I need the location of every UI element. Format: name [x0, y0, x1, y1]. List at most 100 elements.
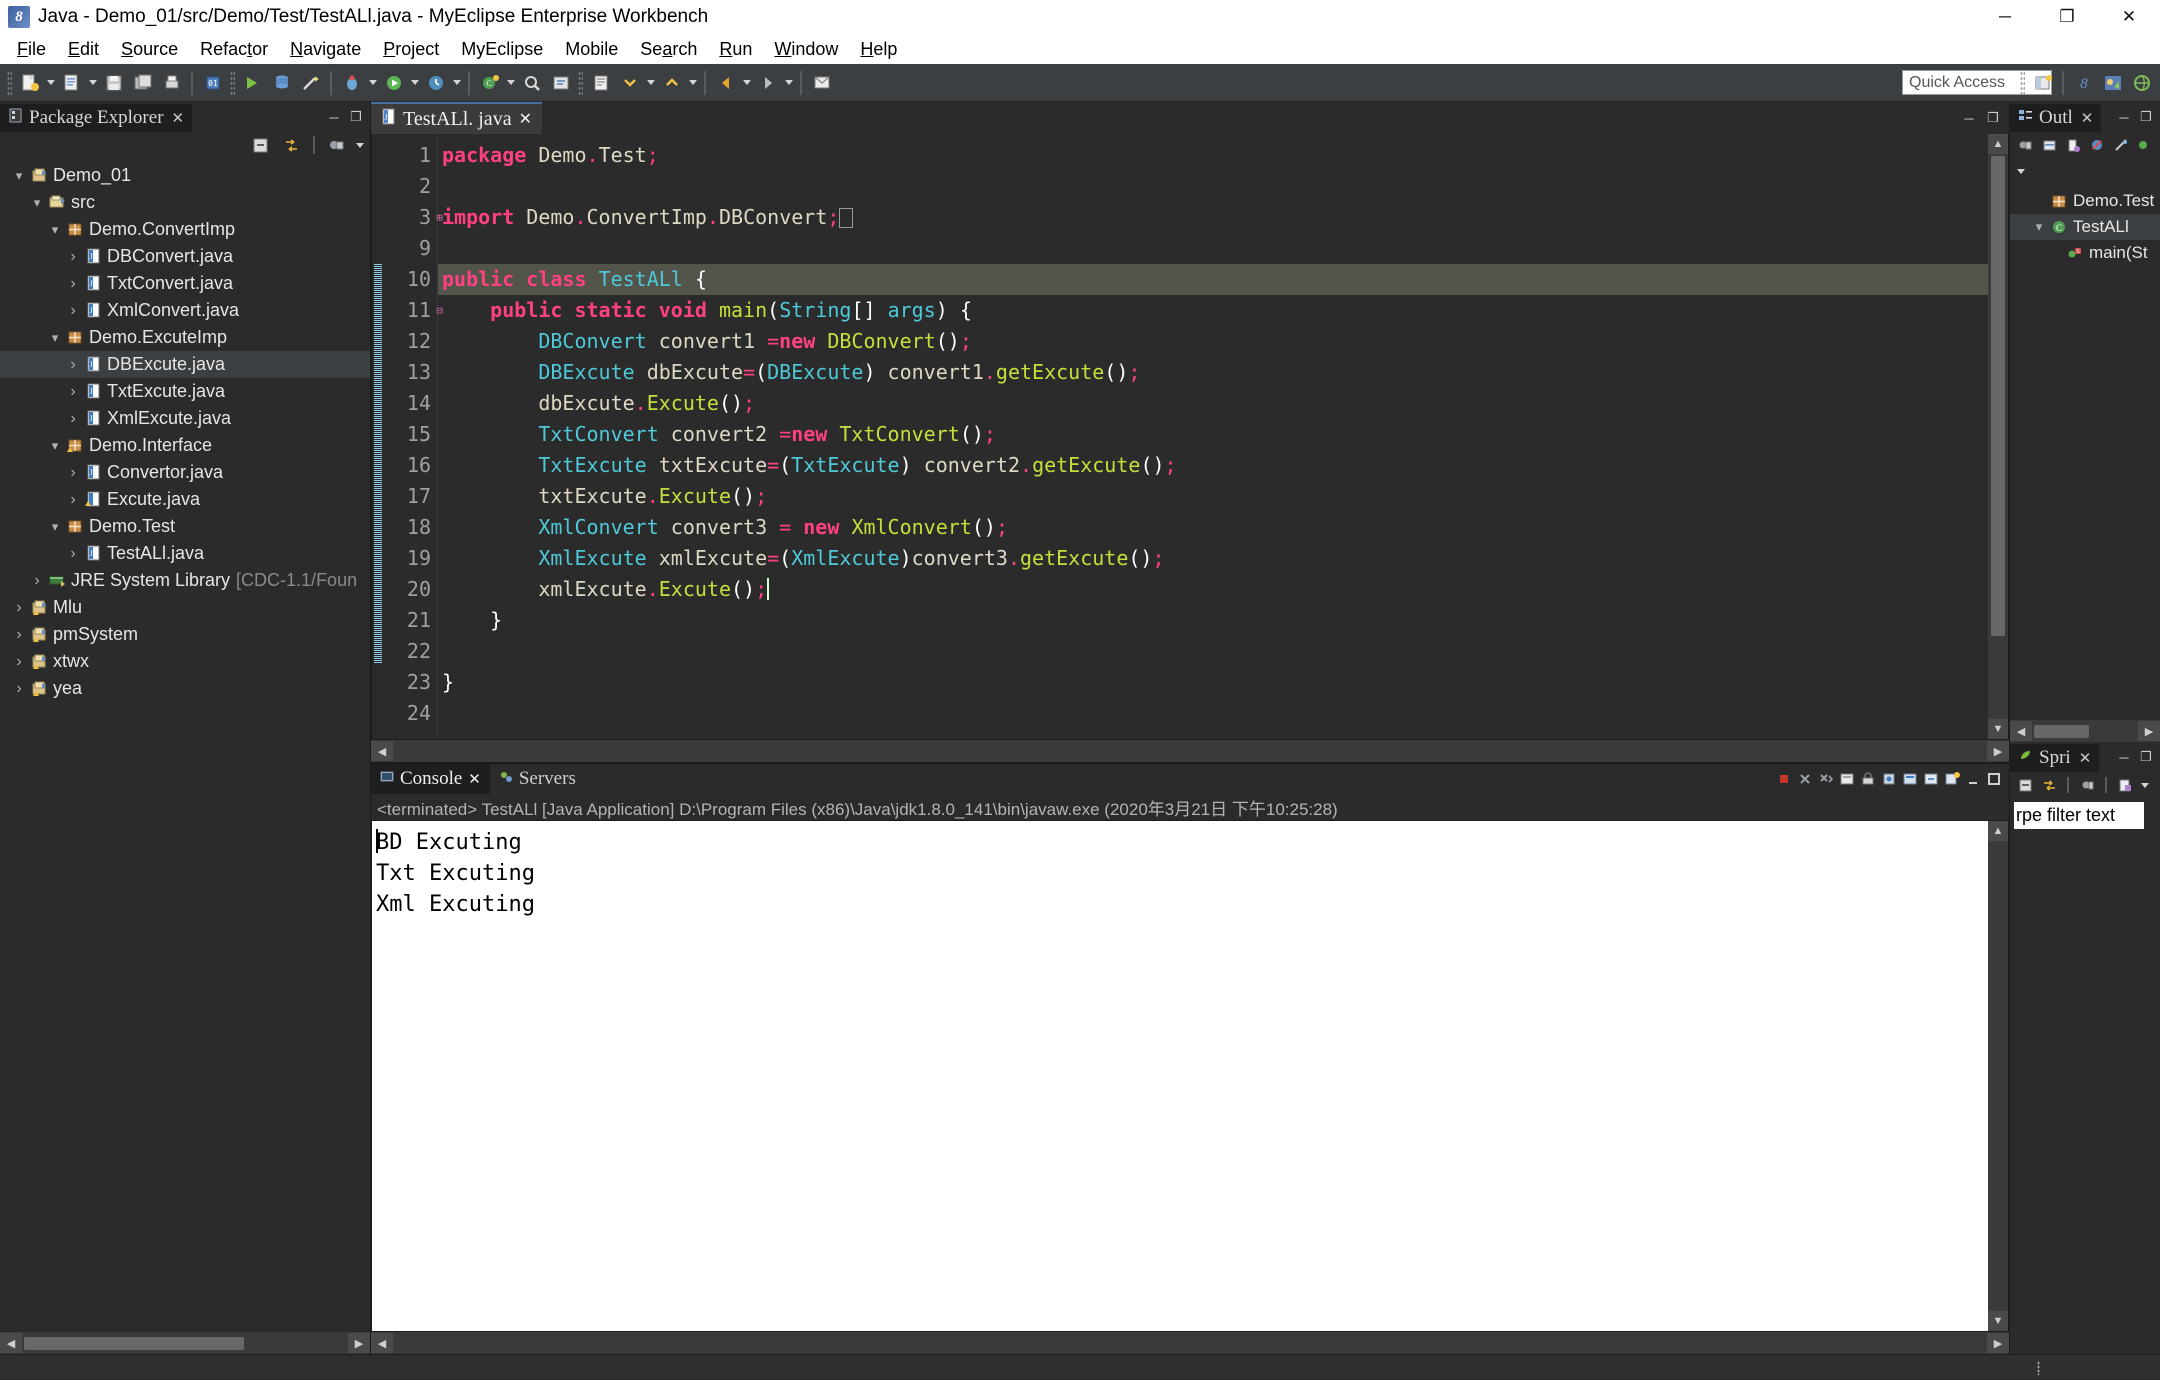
new-icon[interactable]: [16, 69, 43, 96]
tab-outline[interactable]: Outl ✕: [2010, 102, 2102, 132]
debug-dropdown-icon[interactable]: [366, 69, 379, 96]
close-icon[interactable]: ✕: [519, 109, 532, 129]
code-line[interactable]: txtExcute.Excute();: [438, 481, 1988, 512]
scroll-left-icon[interactable]: ◀: [2010, 721, 2032, 741]
chevron-down-icon[interactable]: [46, 222, 64, 238]
tab-spring[interactable]: Spri ✕: [2010, 742, 2100, 772]
spring-collapse-icon[interactable]: [2015, 775, 2035, 795]
outline-menu-dropdown-icon[interactable]: [2014, 158, 2027, 185]
code-line[interactable]: [438, 171, 1988, 202]
code-area[interactable]: 1 2 3 ⊞ 9 10 11 ⊟ 12 13 14 15 16 17 18 19 20 21 22 23 24 pac…: [371, 134, 2009, 740]
chevron-down-icon[interactable]: [28, 195, 46, 211]
menu-edit[interactable]: Edit: [57, 37, 110, 62]
tree-item-jre-system-library[interactable]: JRE System Library[CDC-1.1/Foun: [0, 567, 370, 594]
run-history-dropdown-icon[interactable]: [450, 69, 463, 96]
code-line[interactable]: [438, 698, 1988, 729]
close-icon[interactable]: ✕: [2081, 109, 2094, 128]
package-explorer-hscroll[interactable]: ◀ ▶: [0, 1332, 370, 1354]
prev-annotation-icon[interactable]: [658, 69, 685, 96]
link-with-editor-icon[interactable]: [278, 132, 305, 159]
edit-marker-icon[interactable]: [587, 69, 614, 96]
focus-icon[interactable]: [2135, 135, 2151, 155]
new-java-class-icon[interactable]: C: [476, 69, 503, 96]
open-type-icon[interactable]: [547, 69, 574, 96]
chevron-right-icon[interactable]: [64, 464, 82, 482]
web-perspective-icon[interactable]: [2128, 69, 2155, 96]
new-console-icon[interactable]: [1943, 770, 1961, 788]
display-selected-icon[interactable]: [1901, 770, 1919, 788]
minimize-button[interactable]: ─: [1974, 0, 2036, 34]
menu-search[interactable]: Search: [629, 37, 708, 62]
wand-icon[interactable]: [297, 69, 324, 96]
scroll-left-icon[interactable]: ◀: [371, 1333, 393, 1353]
tab-package-explorer[interactable]: Package Explorer ✕: [0, 102, 193, 132]
scroll-up-icon[interactable]: ▲: [1988, 821, 2008, 841]
code-text[interactable]: package Demo.Test; import Demo.ConvertImp…: [438, 134, 1988, 739]
console-vscrollbar[interactable]: ▲ ▼: [1988, 821, 2008, 1331]
chevron-right-icon[interactable]: [28, 572, 46, 590]
chevron-right-icon[interactable]: [64, 275, 82, 293]
new-class-dropdown-icon[interactable]: [504, 69, 517, 96]
tree-item-testall-java[interactable]: J TestALl.java: [0, 540, 370, 567]
menu-refactor[interactable]: Refactor: [189, 37, 279, 62]
tree-item-convertor-java[interactable]: J Convertor.java: [0, 459, 370, 486]
chevron-down-icon[interactable]: [10, 168, 28, 184]
chevron-right-icon[interactable]: [64, 491, 82, 509]
tab-servers[interactable]: Servers: [489, 764, 585, 794]
hide-fields-icon[interactable]: [2039, 135, 2059, 155]
code-line[interactable]: DBExcute dbExcute=(DBExcute) convert1.ge…: [438, 357, 1988, 388]
tree-item-dbexcute-java[interactable]: J DBExcute.java: [0, 351, 370, 378]
chevron-right-icon[interactable]: [64, 545, 82, 563]
run-external-icon[interactable]: [239, 69, 266, 96]
menu-source[interactable]: Source: [110, 37, 189, 62]
scroll-lock-icon[interactable]: [1859, 770, 1877, 788]
next-annotation-icon[interactable]: [616, 69, 643, 96]
minimize-icon[interactable]: ─: [326, 109, 342, 125]
menu-myeclipse[interactable]: MyEclipse: [450, 37, 554, 62]
code-line[interactable]: TxtConvert convert2 =new TxtConvert();: [438, 419, 1988, 450]
chevron-right-icon[interactable]: [64, 248, 82, 266]
code-line[interactable]: public static void main(String[] args) {: [438, 295, 1988, 326]
spring-menu-dropdown-icon[interactable]: [2138, 772, 2151, 799]
tab-console[interactable]: Console ✕: [371, 764, 490, 794]
tree-item-demo-excuteimp[interactable]: Demo.ExcuteImp: [0, 324, 370, 351]
code-line[interactable]: dbExcute.Excute();: [438, 388, 1988, 419]
scroll-right-icon[interactable]: ▶: [1987, 741, 2009, 761]
outline-item-main-st[interactable]: Smain(St: [2010, 240, 2160, 266]
chevron-down-icon[interactable]: [46, 330, 64, 346]
scroll-left-icon[interactable]: ◀: [0, 1333, 22, 1353]
tree-item-xmlexcute-java[interactable]: J XmlExcute.java: [0, 405, 370, 432]
maximize-icon[interactable]: ❐: [348, 109, 364, 125]
scroll-right-icon[interactable]: ▶: [348, 1333, 370, 1353]
open-console-icon[interactable]: [1922, 770, 1940, 788]
java-perspective-icon[interactable]: 8: [2070, 69, 2097, 96]
maximize-icon[interactable]: ❐: [2138, 109, 2154, 125]
menu-navigate[interactable]: Navigate: [279, 37, 372, 62]
minimize-icon[interactable]: ─: [1961, 110, 1977, 126]
code-line[interactable]: [438, 636, 1988, 667]
menu-help[interactable]: Help: [849, 37, 908, 62]
remove-all-icon[interactable]: [1817, 770, 1835, 788]
debug-icon[interactable]: [338, 69, 365, 96]
scroll-right-icon[interactable]: ▶: [1987, 1333, 2009, 1353]
code-line[interactable]: [438, 233, 1988, 264]
save-icon[interactable]: [100, 69, 127, 96]
close-icon[interactable]: ✕: [172, 109, 185, 128]
tree-item-xmlconvert-java[interactable]: J XmlConvert.java: [0, 297, 370, 324]
code-line[interactable]: package Demo.Test;: [438, 140, 1988, 171]
next-annotation-dropdown-icon[interactable]: [644, 69, 657, 96]
hide-static-icon[interactable]: [2063, 135, 2083, 155]
close-icon[interactable]: ✕: [468, 770, 481, 789]
tree-item-pmsystem[interactable]: pmSystem: [0, 621, 370, 648]
code-line[interactable]: public class TestALl {: [438, 264, 1988, 295]
chevron-down-icon[interactable]: [2030, 219, 2048, 235]
chevron-right-icon[interactable]: [10, 626, 28, 644]
print-icon[interactable]: [158, 69, 185, 96]
back-icon[interactable]: [712, 69, 739, 96]
close-button[interactable]: ✕: [2098, 0, 2160, 34]
code-line[interactable]: TxtExcute txtExcute=(TxtExcute) convert2…: [438, 450, 1988, 481]
chevron-right-icon[interactable]: [64, 410, 82, 428]
marker-column[interactable]: [372, 134, 386, 739]
code-line[interactable]: DBConvert convert1 =new DBConvert();: [438, 326, 1988, 357]
console-hscrollbar[interactable]: ◀ ▶: [371, 1332, 2009, 1354]
